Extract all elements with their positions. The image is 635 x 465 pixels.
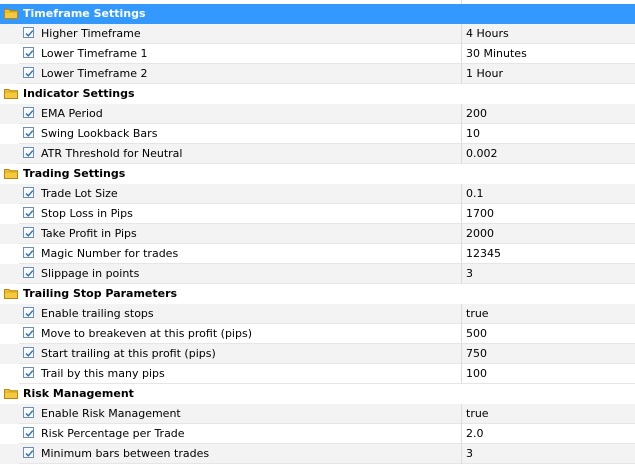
parameter-label: ATR Threshold for Neutral [41,147,183,160]
parameter-row[interactable]: Minimum bars between trades 3 [0,444,635,464]
checkbox-checked-icon[interactable] [23,127,34,138]
checkbox-checked-icon[interactable] [23,427,34,438]
parameter-row[interactable]: EMA Period 200 [0,104,635,124]
parameter-value-cell[interactable] [461,184,635,204]
parameter-value[interactable]: 3 [466,267,473,280]
parameter-label: Start trailing at this profit (pips) [41,347,216,360]
group-header-risk-management[interactable]: Risk Management [0,384,635,404]
parameter-row[interactable]: Risk Percentage per Trade 2.0 [0,424,635,444]
parameter-label: EMA Period [41,107,103,120]
group-header-trailing-stop-parameters[interactable]: Trailing Stop Parameters [0,284,635,304]
parameter-value[interactable]: true [466,407,489,420]
folder-icon [4,388,18,399]
parameter-row[interactable]: ATR Threshold for Neutral 0.002 [0,144,635,164]
group-title: Indicator Settings [23,87,135,100]
folder-icon [4,8,18,19]
group-header-trading-settings[interactable]: Trading Settings [0,164,635,184]
parameter-value-cell[interactable] [461,424,635,444]
parameter-value[interactable]: 200 [466,107,487,120]
parameter-value[interactable]: 100 [466,367,487,380]
parameter-row[interactable]: Slippage in points 3 [0,264,635,284]
checkbox-checked-icon[interactable] [23,447,34,458]
checkbox-checked-icon[interactable] [23,367,34,378]
checkbox-checked-icon[interactable] [23,27,34,38]
checkbox-checked-icon[interactable] [23,247,34,258]
parameter-label: Slippage in points [41,267,140,280]
parameter-value-cell[interactable] [461,124,635,144]
group-header-timeframe-settings[interactable]: Timeframe Settings [0,4,635,24]
parameter-value[interactable]: 1700 [466,207,494,220]
checkbox-checked-icon[interactable] [23,307,34,318]
parameter-label: Enable trailing stops [41,307,154,320]
folder-icon [4,168,18,179]
parameter-label: Lower Timeframe 1 [41,47,148,60]
parameter-label: Trade Lot Size [41,187,118,200]
checkbox-checked-icon[interactable] [23,67,34,78]
parameter-row[interactable]: Move to breakeven at this profit (pips) 5… [0,324,635,344]
checkbox-checked-icon[interactable] [23,267,34,278]
parameter-row[interactable]: Trade Lot Size 0.1 [0,184,635,204]
parameter-row[interactable]: Swing Lookback Bars 10 [0,124,635,144]
parameter-value[interactable]: 3 [466,447,473,460]
parameter-value-cell[interactable] [461,344,635,364]
checkbox-checked-icon[interactable] [23,187,34,198]
parameter-value[interactable]: 0.002 [466,147,498,160]
checkbox-checked-icon[interactable] [23,47,34,58]
parameter-label: Enable Risk Management [41,407,181,420]
parameter-value[interactable]: 1 Hour [466,67,503,80]
parameter-label: Take Profit in Pips [41,227,137,240]
parameter-row[interactable]: Magic Number for trades 12345 [0,244,635,264]
checkbox-checked-icon[interactable] [23,327,34,338]
parameter-label: Lower Timeframe 2 [41,67,148,80]
checkbox-checked-icon[interactable] [23,347,34,358]
parameter-value-cell[interactable] [461,264,635,284]
parameter-value[interactable]: 4 Hours [466,27,509,40]
parameter-row[interactable]: Trail by this many pips 100 [0,364,635,384]
parameter-row[interactable]: Enable Risk Management true [0,404,635,424]
parameter-row[interactable]: Enable trailing stops true [0,304,635,324]
group-title: Trading Settings [23,167,126,180]
parameter-value[interactable]: 30 Minutes [466,47,527,60]
checkbox-checked-icon[interactable] [23,107,34,118]
parameter-label: Minimum bars between trades [41,447,210,460]
parameter-label: Stop Loss in Pips [41,207,133,220]
checkbox-checked-icon[interactable] [23,227,34,238]
parameter-value-cell[interactable] [461,104,635,124]
parameter-value[interactable]: true [466,307,489,320]
parameter-row[interactable]: Stop Loss in Pips 1700 [0,204,635,224]
parameter-row[interactable]: Lower Timeframe 2 1 Hour [0,64,635,84]
group-title: Timeframe Settings [23,7,146,20]
group-title: Trailing Stop Parameters [23,287,178,300]
checkbox-checked-icon[interactable] [23,407,34,418]
parameter-row[interactable]: Take Profit in Pips 2000 [0,224,635,244]
parameter-row[interactable]: Higher Timeframe 4 Hours [0,24,635,44]
parameter-value[interactable]: 10 [466,127,480,140]
parameter-label: Higher Timeframe [41,27,141,40]
parameter-value[interactable]: 12345 [466,247,501,260]
parameter-value[interactable]: 750 [466,347,487,360]
parameter-value-cell[interactable] [461,324,635,344]
parameters-grid: Timeframe Settings Higher Timeframe 4 Hour… [0,0,635,465]
parameter-label: Magic Number for trades [41,247,179,260]
parameter-value-cell[interactable] [461,364,635,384]
group-title: Risk Management [23,387,134,400]
parameter-value[interactable]: 500 [466,327,487,340]
parameter-label: Risk Percentage per Trade [41,427,185,440]
checkbox-checked-icon[interactable] [23,147,34,158]
parameter-label: Move to breakeven at this profit (pips) [41,327,252,340]
parameter-value-cell[interactable] [461,444,635,464]
folder-icon [4,88,18,99]
group-header-indicator-settings[interactable]: Indicator Settings [0,84,635,104]
parameter-row[interactable]: Start trailing at this profit (pips) 750 [0,344,635,364]
parameter-value[interactable]: 0.1 [466,187,484,200]
parameter-row[interactable]: Lower Timeframe 1 30 Minutes [0,44,635,64]
checkbox-checked-icon[interactable] [23,207,34,218]
folder-icon [4,288,18,299]
parameter-value[interactable]: 2.0 [466,427,484,440]
parameter-label: Trail by this many pips [41,367,165,380]
parameter-label: Swing Lookback Bars [41,127,158,140]
parameter-value[interactable]: 2000 [466,227,494,240]
